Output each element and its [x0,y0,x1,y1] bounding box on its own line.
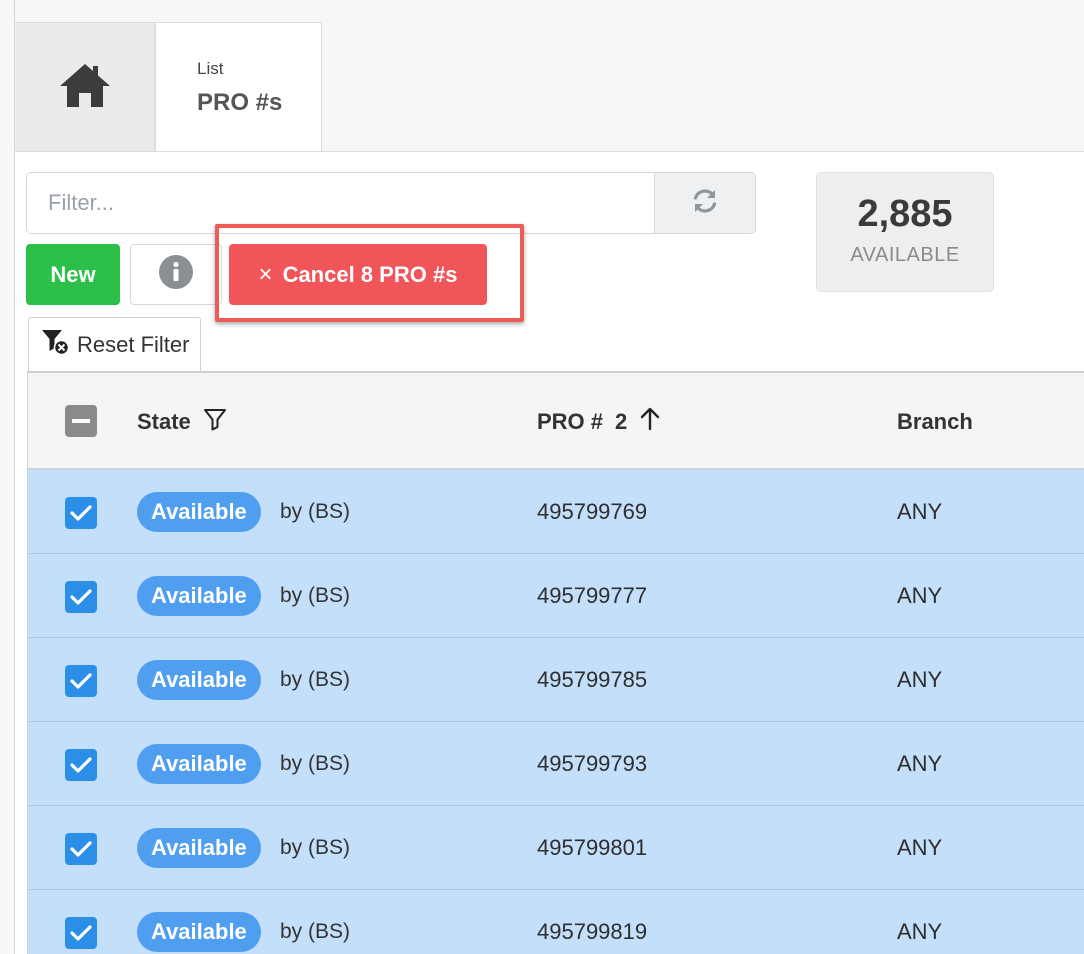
state-by-text: by (BS) [280,500,351,523]
pro-number: 495799777 [537,583,648,608]
branch-value: ANY [897,499,943,524]
reset-filter-button[interactable]: Reset Filter [28,317,201,372]
available-counter: 2,885 AVAILABLE [816,172,994,292]
state-by-text: by (BS) [280,836,351,859]
pro-number: 495799769 [537,499,648,524]
status-badge: Available [137,660,261,700]
table-row[interactable]: Available by (BS) 495799785 ANY [28,638,1084,722]
refresh-icon [691,187,719,220]
branch-value: ANY [897,751,943,776]
status-badge: Available [137,492,261,532]
tab-title: PRO #s [197,89,283,116]
pro-number: 495799819 [537,919,648,944]
home-icon [58,61,112,114]
column-header-pro[interactable]: PRO # 2 [537,373,661,470]
state-by-text: by (BS) [280,920,351,943]
tab-home[interactable] [14,22,155,151]
status-badge: Available [137,744,261,784]
branch-value: ANY [897,919,943,944]
table-row[interactable]: Available by (BS) 495799777 ANY [28,554,1084,638]
row-checkbox[interactable] [65,581,97,613]
row-checkbox[interactable] [65,497,97,529]
state-by-text: by (BS) [280,668,351,691]
branch-header-label: Branch [897,408,973,434]
table-row[interactable]: Available by (BS) 495799769 ANY [28,470,1084,554]
checkmark-icon [70,673,92,689]
reset-filter-label: Reset Filter [77,332,190,357]
status-badge: Available [137,576,261,616]
state-by-text: by (BS) [280,584,351,607]
table-row[interactable]: Available by (BS) 495799801 ANY [28,806,1084,890]
cancel-pros-button[interactable]: × Cancel 8 PRO #s [229,244,487,305]
tab-list-pros[interactable]: List PRO #s [155,22,322,152]
state-header-label: State [137,408,191,434]
available-count: 2,885 [857,193,953,235]
info-button[interactable] [130,244,222,305]
pro-number: 495799785 [537,667,648,692]
info-icon [159,255,193,294]
table-row[interactable]: Available by (BS) 495799793 ANY [28,722,1084,806]
branch-value: ANY [897,835,943,860]
checkmark-icon [70,757,92,773]
row-checkbox[interactable] [65,833,97,865]
status-badge: Available [137,828,261,868]
select-all-checkbox[interactable] [65,405,97,437]
status-badge: Available [137,912,261,952]
arrow-up-icon [639,407,661,437]
row-checkbox[interactable] [65,917,97,949]
state-by-text: by (BS) [280,752,351,775]
column-header-branch[interactable]: Branch [897,373,973,470]
checkmark-icon [70,589,92,605]
new-button[interactable]: New [26,244,120,305]
cancel-pros-label: Cancel 8 PRO #s [282,261,458,287]
refresh-button[interactable] [654,173,755,233]
table-row[interactable]: Available by (BS) 495799819 ANY [28,890,1084,954]
row-checkbox[interactable] [65,749,97,781]
table-body: Available by (BS) 495799769 ANY Available by … [28,470,1084,954]
checkmark-icon [70,505,92,521]
available-label: AVAILABLE [850,244,960,266]
filter-icon[interactable] [203,407,227,437]
column-header-state[interactable]: State [137,373,227,470]
row-checkbox[interactable] [65,665,97,697]
branch-value: ANY [897,667,943,692]
table-header: State PRO # 2 Branch [28,373,1084,470]
pro-number: 495799801 [537,835,648,860]
pro-header-label: PRO # [537,408,604,434]
pro-number: 495799793 [537,751,648,776]
pros-table: State PRO # 2 Branch Available by (BS) 495… [27,371,1084,954]
checkmark-icon [70,841,92,857]
tab-subtitle: List [197,59,224,78]
close-icon: × [258,260,273,288]
filter-reset-icon [41,328,71,362]
branch-value: ANY [897,583,943,608]
checkmark-icon [70,925,92,941]
sort-order-badge: 2 [615,408,628,434]
